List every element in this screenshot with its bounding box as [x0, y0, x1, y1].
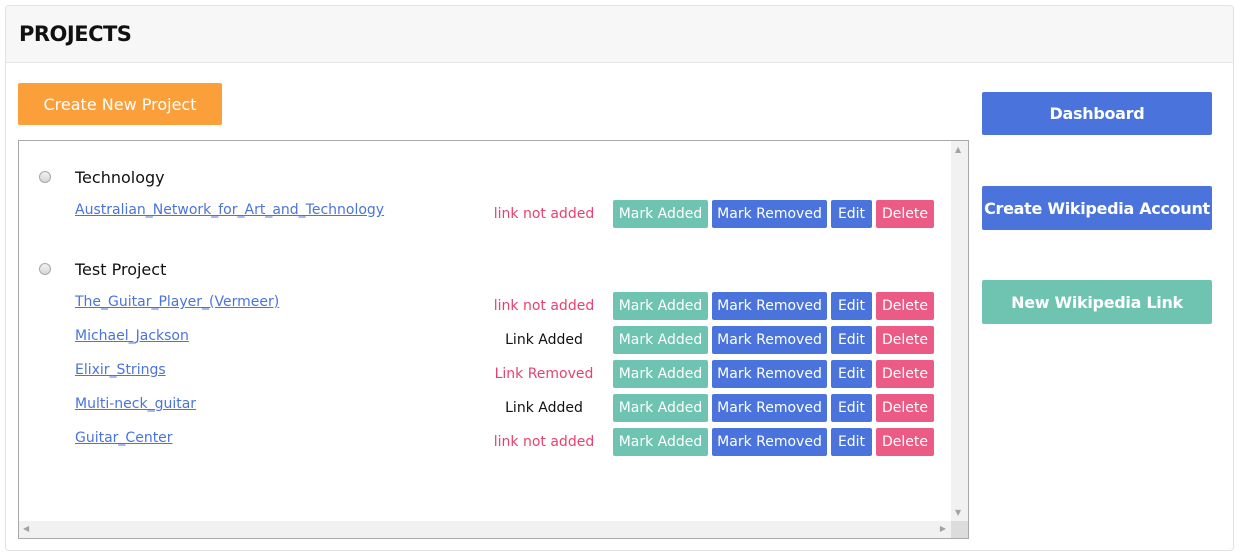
page-title: PROJECTS: [19, 22, 132, 46]
scroll-up-arrow-icon[interactable]: ▲: [955, 146, 961, 154]
mark-removed-button[interactable]: Mark Removed: [712, 428, 827, 456]
scroll-right-arrow-icon[interactable]: ▶: [940, 525, 946, 533]
vertical-scrollbar[interactable]: ▲ ▼: [951, 141, 968, 522]
create-project-button[interactable]: Create New Project: [18, 83, 222, 125]
new-wikipedia-link-button[interactable]: New Wikipedia Link: [982, 280, 1212, 324]
link-title[interactable]: Michael_Jackson: [75, 328, 189, 344]
dashboard-button[interactable]: Dashboard: [982, 92, 1212, 135]
edit-button[interactable]: Edit: [831, 394, 872, 422]
create-wikipedia-account-button[interactable]: Create Wikipedia Account: [982, 186, 1212, 230]
mark-removed-button[interactable]: Mark Removed: [712, 200, 827, 228]
link-status: Link Removed: [494, 366, 594, 382]
link-status: Link Added: [505, 332, 583, 348]
link-title[interactable]: The_Guitar_Player_(Vermeer): [75, 294, 279, 310]
scrollbar-corner: [951, 521, 968, 538]
edit-button[interactable]: Edit: [831, 326, 872, 354]
delete-button[interactable]: Delete: [876, 428, 934, 456]
link-status: link not added: [493, 206, 595, 222]
delete-button[interactable]: Delete: [876, 292, 934, 320]
scroll-left-arrow-icon[interactable]: ◀: [23, 525, 29, 533]
project-name: Technology: [75, 168, 165, 187]
project-name: Test Project: [75, 260, 167, 279]
delete-button[interactable]: Delete: [876, 326, 934, 354]
mark-added-button[interactable]: Mark Added: [613, 360, 708, 388]
projects-panel: PROJECTS Create New Project Technology A…: [5, 5, 1234, 551]
link-status: link not added: [493, 434, 595, 450]
link-title[interactable]: Australian_Network_for_Art_and_Technolog…: [75, 202, 384, 218]
project-radio-test-project[interactable]: [39, 263, 51, 275]
project-radio-technology[interactable]: [39, 171, 51, 183]
link-title[interactable]: Elixir_Strings: [75, 362, 166, 378]
mark-removed-button[interactable]: Mark Removed: [712, 394, 827, 422]
project-list[interactable]: Technology Australian_Network_for_Art_an…: [18, 140, 969, 539]
mark-added-button[interactable]: Mark Added: [613, 292, 708, 320]
mark-added-button[interactable]: Mark Added: [613, 326, 708, 354]
link-title[interactable]: Multi-neck_guitar: [75, 396, 196, 412]
mark-removed-button[interactable]: Mark Removed: [712, 326, 827, 354]
edit-button[interactable]: Edit: [831, 428, 872, 456]
panel-header: PROJECTS: [6, 6, 1233, 63]
scroll-down-arrow-icon[interactable]: ▼: [955, 509, 961, 517]
horizontal-scrollbar[interactable]: ◀ ▶: [19, 521, 951, 538]
delete-button[interactable]: Delete: [876, 200, 934, 228]
delete-button[interactable]: Delete: [876, 360, 934, 388]
mark-added-button[interactable]: Mark Added: [613, 200, 708, 228]
link-title[interactable]: Guitar_Center: [75, 430, 173, 446]
mark-added-button[interactable]: Mark Added: [613, 428, 708, 456]
edit-button[interactable]: Edit: [831, 292, 872, 320]
mark-removed-button[interactable]: Mark Removed: [712, 292, 827, 320]
edit-button[interactable]: Edit: [831, 360, 872, 388]
link-status: link not added: [493, 298, 595, 314]
mark-removed-button[interactable]: Mark Removed: [712, 360, 827, 388]
link-status: Link Added: [505, 400, 583, 416]
delete-button[interactable]: Delete: [876, 394, 934, 422]
mark-added-button[interactable]: Mark Added: [613, 394, 708, 422]
edit-button[interactable]: Edit: [831, 200, 872, 228]
